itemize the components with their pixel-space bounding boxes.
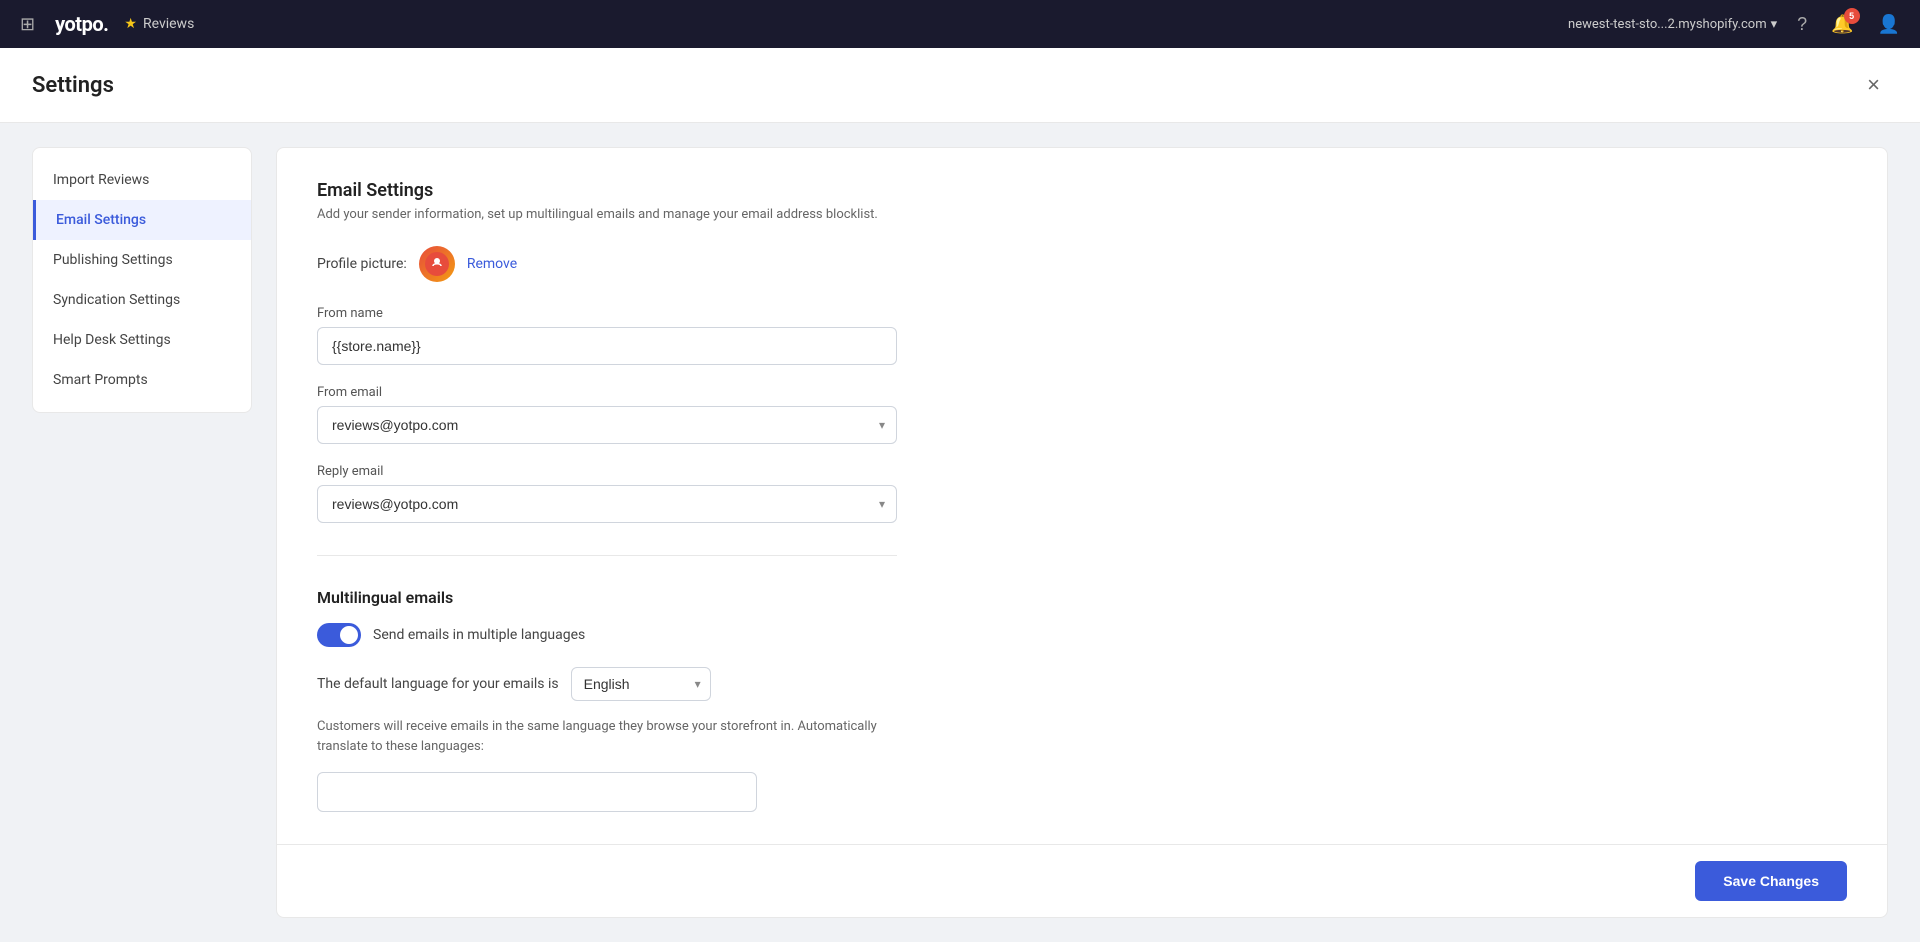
sidebar-item-label: Publishing Settings bbox=[53, 252, 173, 268]
reviews-nav-label: Reviews bbox=[143, 16, 194, 32]
sidebar-item-label: Syndication Settings bbox=[53, 292, 180, 308]
toggle-slider bbox=[317, 623, 361, 647]
notification-badge: 5 bbox=[1844, 8, 1860, 24]
from-email-select-wrapper: reviews@yotpo.com ▾ bbox=[317, 406, 897, 444]
translate-languages-input[interactable] bbox=[317, 772, 757, 812]
profile-picture-label: Profile picture: bbox=[317, 256, 407, 272]
sidebar-item-label: Smart Prompts bbox=[53, 372, 148, 388]
sidebar-item-publishing-settings[interactable]: Publishing Settings bbox=[33, 240, 251, 280]
from-email-label: From email bbox=[317, 385, 1847, 400]
section-title: Email Settings bbox=[317, 180, 1847, 201]
store-selector[interactable]: newest-test-sto...2.myshopify.com ▾ bbox=[1568, 17, 1777, 32]
sidebar-item-smart-prompts[interactable]: Smart Prompts bbox=[33, 360, 251, 400]
from-name-input[interactable] bbox=[317, 327, 897, 365]
avatar bbox=[419, 246, 455, 282]
default-language-row: The default language for your emails is … bbox=[317, 667, 1847, 701]
multilingual-toggle-label: Send emails in multiple languages bbox=[373, 627, 585, 643]
from-email-group: From email reviews@yotpo.com ▾ bbox=[317, 385, 1847, 444]
reviews-nav-item[interactable]: ★ Reviews bbox=[124, 16, 194, 32]
sidebar: Import Reviews Email Settings Publishing… bbox=[32, 147, 252, 413]
sidebar-item-label: Help Desk Settings bbox=[53, 332, 171, 348]
default-lang-text: The default language for your emails is bbox=[317, 676, 559, 692]
sidebar-item-syndication-settings[interactable]: Syndication Settings bbox=[33, 280, 251, 320]
sidebar-item-label: Email Settings bbox=[56, 212, 146, 228]
page-titlebar: Settings × bbox=[0, 48, 1920, 123]
default-lang-select[interactable]: English Spanish French German Italian bbox=[571, 667, 711, 701]
reply-email-select[interactable]: reviews@yotpo.com bbox=[317, 485, 897, 523]
sidebar-item-import-reviews[interactable]: Import Reviews bbox=[33, 160, 251, 200]
default-lang-select-wrapper: English Spanish French German Italian ▾ bbox=[571, 667, 711, 701]
multilingual-title: Multilingual emails bbox=[317, 588, 1847, 607]
topnav: ⊞ yotpo. ★ Reviews newest-test-sto...2.m… bbox=[0, 0, 1920, 48]
sidebar-item-label: Import Reviews bbox=[53, 172, 149, 188]
topnav-left: ⊞ yotpo. ★ Reviews bbox=[16, 10, 194, 39]
grid-menu-button[interactable]: ⊞ bbox=[16, 10, 39, 39]
topnav-right: newest-test-sto...2.myshopify.com ▾ ? 🔔 … bbox=[1568, 10, 1904, 39]
notifications-button[interactable]: 🔔 5 bbox=[1827, 10, 1857, 39]
multilingual-toggle-row: Send emails in multiple languages bbox=[317, 623, 1847, 647]
page-title: Settings bbox=[32, 73, 114, 98]
reply-email-group: Reply email reviews@yotpo.com ▾ bbox=[317, 464, 1847, 523]
from-name-group: From name bbox=[317, 306, 1847, 365]
profile-picture-row: Profile picture: Remove bbox=[317, 246, 1847, 282]
content-inner: Email Settings Add your sender informati… bbox=[277, 148, 1887, 844]
reply-email-label: Reply email bbox=[317, 464, 1847, 479]
sidebar-item-email-settings[interactable]: Email Settings bbox=[33, 200, 251, 240]
multilingual-helper-text: Customers will receive emails in the sam… bbox=[317, 717, 877, 756]
reply-email-select-wrapper: reviews@yotpo.com ▾ bbox=[317, 485, 897, 523]
yotpo-logo: yotpo. bbox=[55, 12, 108, 36]
section-divider bbox=[317, 555, 897, 556]
sidebar-item-help-desk-settings[interactable]: Help Desk Settings bbox=[33, 320, 251, 360]
main-layout: Import Reviews Email Settings Publishing… bbox=[0, 123, 1920, 942]
section-subtitle: Add your sender information, set up mult… bbox=[317, 207, 1847, 222]
multilingual-toggle[interactable] bbox=[317, 623, 361, 647]
remove-avatar-link[interactable]: Remove bbox=[467, 256, 517, 272]
store-chevron-icon: ▾ bbox=[1771, 17, 1778, 32]
content-area: Email Settings Add your sender informati… bbox=[276, 147, 1888, 918]
content-footer: Save Changes bbox=[277, 844, 1887, 917]
save-changes-button[interactable]: Save Changes bbox=[1695, 861, 1847, 901]
from-email-select[interactable]: reviews@yotpo.com bbox=[317, 406, 897, 444]
store-name: newest-test-sto...2.myshopify.com bbox=[1568, 17, 1767, 32]
from-name-label: From name bbox=[317, 306, 1847, 321]
user-avatar-button[interactable]: 👤 bbox=[1874, 10, 1904, 39]
help-button[interactable]: ? bbox=[1793, 10, 1811, 39]
close-button[interactable]: × bbox=[1859, 68, 1888, 102]
star-icon: ★ bbox=[124, 16, 137, 32]
